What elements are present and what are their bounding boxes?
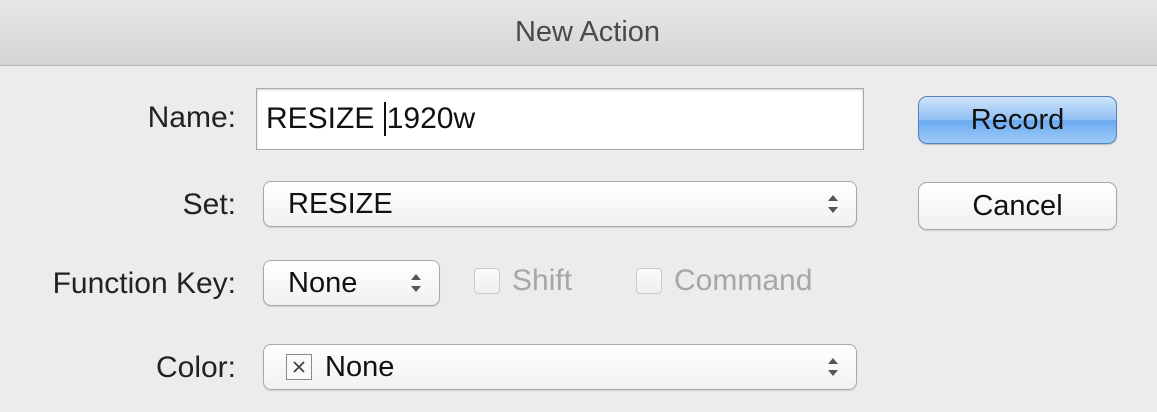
name-field[interactable]: RESIZE 1920w — [256, 88, 864, 150]
up-down-arrows-icon — [828, 358, 838, 376]
shift-checkbox-box[interactable] — [474, 268, 500, 294]
set-label: Set: — [182, 188, 236, 221]
name-field-text-before-caret: RESIZE — [266, 102, 383, 135]
new-action-dialog: New Action Name: RESIZE 1920w Set: RESIZ… — [0, 0, 1157, 412]
name-field-text-after-caret: 1920w — [386, 102, 476, 135]
record-button[interactable]: Record — [918, 96, 1117, 144]
color-label: Color: — [155, 351, 236, 384]
name-label: Name: — [147, 101, 236, 134]
shift-checkbox-label: Shift — [512, 264, 573, 297]
no-color-x-icon — [286, 354, 312, 380]
cancel-button[interactable]: Cancel — [918, 182, 1117, 230]
text-caret — [383, 102, 386, 136]
color-popup-value: None — [325, 350, 395, 383]
set-popup[interactable]: RESIZE — [263, 181, 857, 227]
command-checkbox[interactable]: Command — [636, 264, 812, 298]
shift-checkbox[interactable]: Shift — [474, 264, 572, 298]
up-down-arrows-icon — [828, 195, 838, 213]
command-checkbox-label: Command — [674, 264, 813, 297]
set-popup-value: RESIZE — [288, 187, 393, 220]
function-key-label: Function Key: — [52, 267, 236, 300]
title-bar[interactable]: New Action — [0, 0, 1157, 66]
window-title: New Action — [514, 16, 661, 48]
command-checkbox-box[interactable] — [636, 268, 662, 294]
color-popup[interactable]: None — [263, 344, 857, 390]
function-key-popup-value: None — [288, 266, 358, 299]
function-key-popup[interactable]: None — [263, 260, 440, 306]
up-down-arrows-icon — [411, 274, 421, 292]
